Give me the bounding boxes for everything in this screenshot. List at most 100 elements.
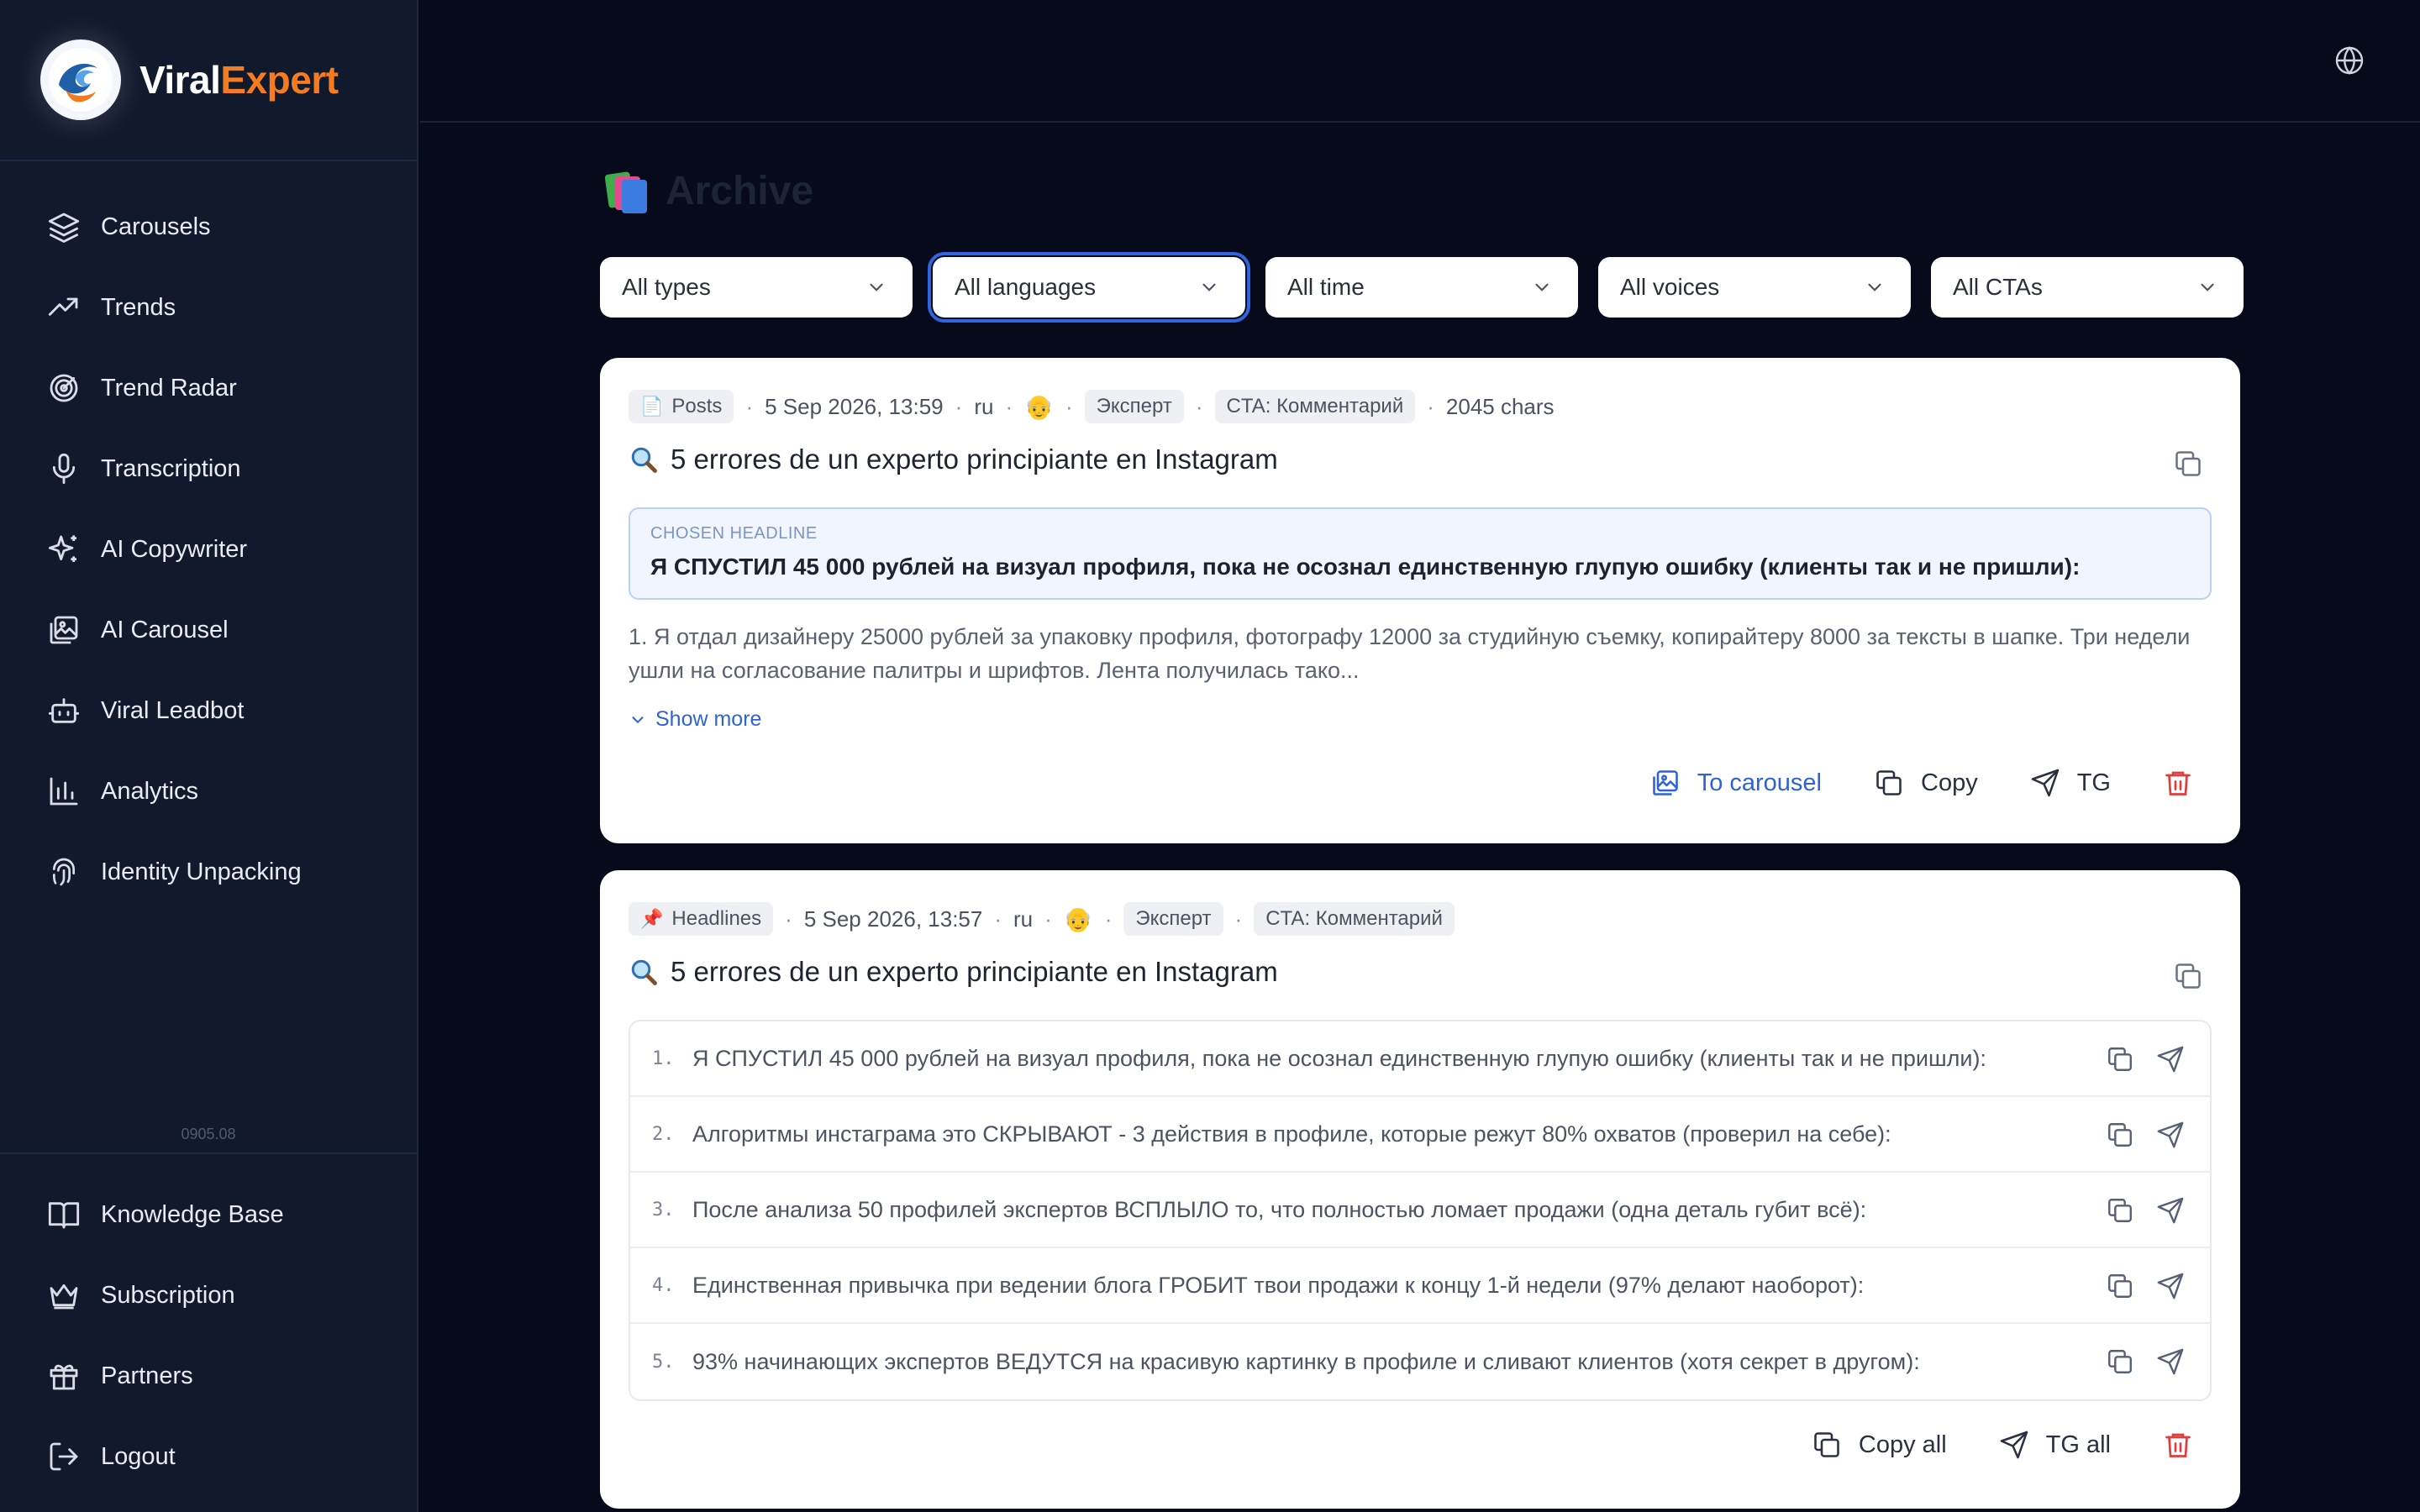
- layers-icon: [47, 210, 81, 244]
- card-date: 5 Sep 2026, 13:59: [765, 393, 944, 419]
- sidebar-item-subscription[interactable]: Subscription: [0, 1255, 417, 1336]
- time-filter-select[interactable]: All time: [1265, 257, 1578, 318]
- sidebar-item-identity-unpacking[interactable]: Identity Unpacking: [0, 832, 417, 912]
- brand-name: ViralExpert: [139, 58, 339, 102]
- send-icon[interactable]: [2156, 1347, 2185, 1376]
- sidebar-item-analytics[interactable]: Analytics: [0, 751, 417, 832]
- headline-number: 2.: [652, 1123, 675, 1145]
- list-item: 2. Алгоритмы инстаграма это СКРЫВАЮТ - 3…: [630, 1097, 2210, 1173]
- headline-number: 1.: [652, 1047, 675, 1069]
- sidebar-item-label: Trend Radar: [101, 374, 237, 402]
- headline-text: Единственная привычка при ведении блога …: [692, 1272, 1865, 1298]
- send-icon[interactable]: [2156, 1196, 2185, 1225]
- send-icon[interactable]: [2156, 1272, 2185, 1300]
- sidebar-item-trend-radar[interactable]: Trend Radar: [0, 348, 417, 428]
- brand[interactable]: ViralExpert: [0, 0, 417, 161]
- copy-icon[interactable]: [2106, 1272, 2134, 1300]
- globe-icon[interactable]: [2334, 45, 2365, 76]
- language-filter-select[interactable]: All languages: [928, 252, 1250, 323]
- copy-all-button[interactable]: Copy all: [1812, 1430, 1947, 1460]
- send-icon: [2030, 768, 2060, 798]
- headline-text: После анализа 50 профилей экспертов ВСПЛ…: [692, 1196, 1867, 1222]
- voice-avatar-icon: 👴: [1063, 906, 1093, 932]
- sidebar-item-label: Subscription: [101, 1281, 235, 1309]
- type-filter-select[interactable]: All types: [600, 257, 913, 318]
- sidebar-item-transcription[interactable]: Transcription: [0, 428, 417, 509]
- filter-bar: All types All languages All time All voi…: [600, 252, 2244, 323]
- sidebar-item-partners[interactable]: Partners: [0, 1336, 417, 1416]
- sidebar-item-trends[interactable]: Trends: [0, 267, 417, 348]
- copy-icon[interactable]: [2106, 1347, 2134, 1376]
- to-carousel-button[interactable]: To carousel: [1650, 768, 1822, 798]
- send-icon[interactable]: [2156, 1045, 2185, 1074]
- copy-icon[interactable]: [2106, 1045, 2134, 1074]
- delete-icon[interactable]: [2163, 768, 2193, 798]
- book-open-icon: [47, 1198, 81, 1231]
- card-title: 5 errores de un experto principiante en …: [629, 956, 1278, 988]
- cta-filter-select[interactable]: All CTAs: [1931, 257, 2244, 318]
- select-value: All languages: [955, 274, 1097, 300]
- sidebar-item-label: Partners: [101, 1362, 193, 1389]
- copy-icon: [1874, 768, 1904, 798]
- image-gallery-icon: [47, 613, 81, 647]
- voice-filter-select[interactable]: All voices: [1598, 257, 1911, 318]
- card-meta: 📄 Posts · 5 Sep 2026, 13:59 · ru · 👴 · Эк…: [629, 390, 1555, 423]
- chevron-down-icon: [865, 276, 887, 298]
- bottom-nav: Knowledge Base Subscription Partners Log…: [0, 1152, 417, 1497]
- copy-icon[interactable]: [2173, 961, 2203, 991]
- select-value: All time: [1287, 274, 1365, 300]
- chevron-down-icon: [1198, 276, 1220, 298]
- copy-icon[interactable]: [2106, 1196, 2134, 1225]
- send-icon: [1999, 1430, 2029, 1460]
- sidebar-item-ai-carousel[interactable]: AI Carousel: [0, 590, 417, 670]
- cta-badge: CTA: Комментарий: [1214, 390, 1416, 423]
- sidebar-item-label: AI Copywriter: [101, 535, 248, 563]
- sidebar-item-viral-leadbot[interactable]: Viral Leadbot: [0, 670, 417, 751]
- pushpin-icon: 📌: [640, 908, 664, 929]
- copy-button[interactable]: Copy: [1874, 768, 1978, 798]
- archive-card-post: 📄 Posts · 5 Sep 2026, 13:59 · ru · 👴 · Эк…: [600, 358, 2240, 843]
- voice-avatar-icon: 👴: [1024, 393, 1054, 420]
- type-badge: 📌 Headlines: [629, 902, 774, 936]
- chevron-down-icon: [632, 716, 644, 723]
- trending-up-icon: [47, 291, 81, 324]
- sidebar-item-label: Transcription: [101, 454, 241, 482]
- list-item: 4. Единственная привычка при ведении бло…: [630, 1248, 2210, 1324]
- sidebar-item-logout[interactable]: Logout: [0, 1416, 417, 1497]
- send-all-telegram-button[interactable]: TG all: [1999, 1430, 2111, 1460]
- send-icon[interactable]: [2156, 1121, 2185, 1149]
- select-value: All CTAs: [1953, 274, 2043, 300]
- sidebar-item-label: Viral Leadbot: [101, 696, 245, 724]
- select-value: All voices: [1620, 274, 1720, 300]
- card-actions: Copy all TG all: [1812, 1430, 2193, 1460]
- archive-card-headlines: 📌 Headlines · 5 Sep 2026, 13:57 · ru · 👴 …: [600, 870, 2240, 1509]
- send-telegram-button[interactable]: TG: [2030, 768, 2111, 798]
- page-heading: Archive: [666, 169, 814, 213]
- copy-icon[interactable]: [2106, 1121, 2134, 1149]
- sidebar-item-knowledge-base[interactable]: Knowledge Base: [0, 1174, 417, 1255]
- crown-icon: [47, 1278, 81, 1312]
- main-nav: Carousels Trends Trend Radar Transcripti…: [0, 186, 417, 912]
- sidebar-item-carousels[interactable]: Carousels: [0, 186, 417, 267]
- list-item: 3. После анализа 50 профилей экспертов В…: [630, 1173, 2210, 1248]
- select-value: All types: [622, 274, 711, 300]
- post-body-preview: 1. Я отдал дизайнеру 25000 рублей за упа…: [629, 624, 2191, 683]
- chosen-headline-label: CHOSEN HEADLINE: [650, 524, 818, 543]
- document-icon: 📄: [640, 396, 664, 417]
- card-language: ru: [1013, 906, 1034, 932]
- headline-number: 3.: [652, 1199, 675, 1221]
- headline-text: 93% начинающих экспертов ВЕДУТСЯ на крас…: [692, 1348, 1920, 1374]
- copy-icon: [1812, 1430, 1842, 1460]
- sidebar: ViralExpert Carousels Trends Trend Radar: [0, 0, 418, 1512]
- delete-icon[interactable]: [2163, 1430, 2193, 1460]
- radar-icon: [47, 371, 81, 405]
- sidebar-item-ai-copywriter[interactable]: AI Copywriter: [0, 509, 417, 590]
- magnifier-icon: [629, 957, 659, 987]
- sidebar-item-label: Logout: [101, 1442, 176, 1470]
- bot-icon: [47, 694, 81, 727]
- show-more-link[interactable]: Show more: [629, 707, 761, 732]
- headline-text: Алгоритмы инстаграма это СКРЫВАЮТ - 3 де…: [692, 1121, 1891, 1147]
- copy-icon[interactable]: [2173, 449, 2203, 479]
- card-date: 5 Sep 2026, 13:57: [803, 906, 983, 932]
- sidebar-item-label: Trends: [101, 293, 176, 321]
